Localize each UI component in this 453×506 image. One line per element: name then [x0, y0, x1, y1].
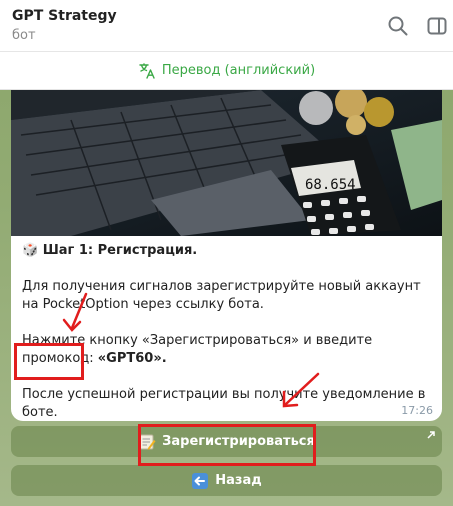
translation-bar[interactable]: Перевод (английский)	[0, 52, 453, 90]
chat-subtitle: бот	[12, 28, 36, 43]
step-title: 🎲 Шаг 1: Регистрация.	[22, 243, 198, 258]
message-photo[interactable]: 68.654	[11, 90, 442, 236]
chat-title[interactable]: GPT Strategy	[12, 8, 117, 24]
chat-header: GPT Strategy бот	[0, 0, 453, 52]
message-time: 17:26	[401, 404, 433, 417]
back-arrow-icon	[192, 472, 209, 489]
external-link-icon	[427, 431, 435, 439]
side-panel-icon[interactable]	[426, 15, 448, 37]
back-button[interactable]: Назад	[11, 465, 442, 496]
register-highlight-box	[138, 424, 316, 466]
calculator-display: 68.654	[305, 177, 356, 193]
notification-info: После успешной регистрации вы получите у…	[22, 387, 426, 420]
search-icon[interactable]	[387, 15, 409, 37]
promo-code: «GPT60».	[97, 351, 167, 366]
translation-label[interactable]: Перевод (английский)	[162, 63, 315, 78]
registration-instructions: Для получения сигналов зарегистрируйте н…	[22, 279, 421, 312]
message-text: 🎲 Шаг 1: Регистрация. Для получения сигн…	[22, 242, 434, 421]
back-button-label: Назад	[215, 473, 262, 488]
translate-icon	[139, 62, 155, 79]
promo-highlight-box	[14, 343, 84, 380]
